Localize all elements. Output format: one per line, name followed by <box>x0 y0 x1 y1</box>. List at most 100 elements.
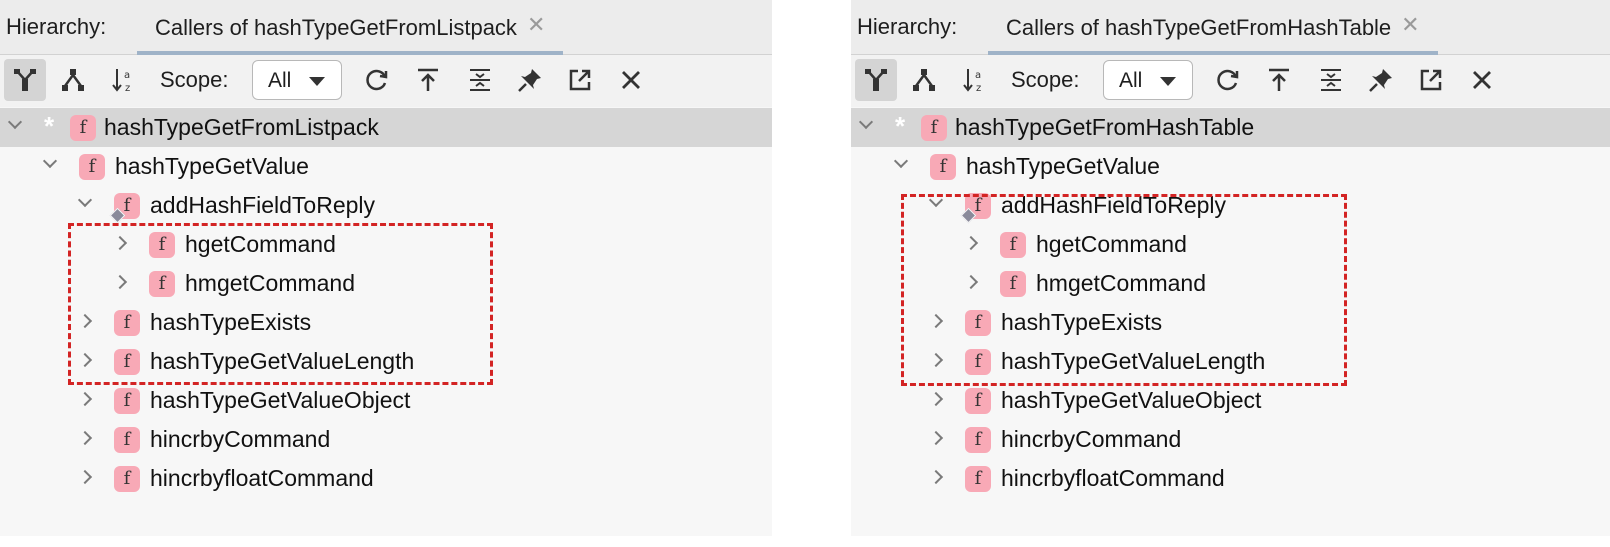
function-icon: f <box>921 115 947 141</box>
svg-text:z: z <box>125 83 130 94</box>
function-icon-letter: f <box>974 468 982 489</box>
tree-node-label: hincrbyfloatCommand <box>1001 465 1225 491</box>
export-icon[interactable] <box>407 59 449 101</box>
function-icon: f <box>109 193 140 224</box>
svg-text:a: a <box>124 70 130 81</box>
tab-callers[interactable]: Callers of hashTypeGetFromListpack ✕ <box>137 0 564 55</box>
chevron-down-icon <box>309 77 325 86</box>
tree-node-label: addHashFieldToReply <box>150 192 376 218</box>
function-icon: f <box>965 388 991 414</box>
chevron-right-icon[interactable] <box>77 430 93 446</box>
function-icon: f <box>114 427 140 453</box>
scope-dropdown[interactable]: All <box>1103 60 1193 100</box>
function-icon-letter: f <box>974 390 982 411</box>
tab-title: Callers of hashTypeGetFromHashTable <box>1006 15 1392 40</box>
chevron-down-icon[interactable] <box>42 153 58 169</box>
caller-hierarchy-icon[interactable] <box>4 59 46 101</box>
caller-hierarchy-icon[interactable] <box>855 59 897 101</box>
function-icon-letter: f <box>123 195 131 216</box>
hierarchy-panel-left: Hierarchy: Callers of hashTypeGetFromLis… <box>0 0 772 536</box>
hierarchy-panel-right: Hierarchy: Callers of hashTypeGetFromHas… <box>851 0 1610 536</box>
tree-root-node[interactable]: * f hashTypeGetFromListpack <box>0 108 772 147</box>
pin-icon[interactable] <box>509 59 551 101</box>
export-icon[interactable] <box>1258 59 1300 101</box>
tree-node[interactable]: f hashTypeGetValueObject <box>0 381 772 420</box>
highlight-box <box>901 194 1347 386</box>
tree-node-label: hashTypeGetFromListpack <box>104 114 379 140</box>
tree-node-label: hincrbyfloatCommand <box>150 465 374 491</box>
close-icon[interactable] <box>610 59 652 101</box>
scope-value: All <box>1119 69 1143 92</box>
tree-node-label: hashTypeGetFromHashTable <box>955 114 1255 140</box>
scope-label: Scope: <box>1011 67 1080 92</box>
hierarchy-label: Hierarchy: <box>6 14 107 39</box>
root-marker-icon: * <box>895 111 906 141</box>
function-icon: f <box>114 388 140 414</box>
tab-bar: Hierarchy: Callers of hashTypeGetFromHas… <box>851 0 1610 55</box>
tree-root-node[interactable]: * f hashTypeGetFromHashTable <box>851 108 1610 147</box>
chevron-right-icon[interactable] <box>77 391 93 407</box>
sort-alphabetically-icon[interactable]: az <box>103 59 145 101</box>
tree-node[interactable]: f hincrbyCommand <box>851 420 1610 459</box>
tab-bar: Hierarchy: Callers of hashTypeGetFromLis… <box>0 0 772 55</box>
function-icon-letter: f <box>123 390 131 411</box>
function-icon: f <box>965 466 991 492</box>
svg-text:a: a <box>975 70 981 81</box>
tree-node[interactable]: f hashTypeGetValue <box>0 147 772 186</box>
tree-node-label: hashTypeGetValue <box>115 153 309 179</box>
function-icon-letter: f <box>123 429 131 450</box>
function-icon-letter: f <box>939 156 947 177</box>
callee-hierarchy-icon[interactable] <box>903 59 945 101</box>
chevron-down-icon[interactable] <box>77 192 93 208</box>
function-icon: f <box>114 466 140 492</box>
root-marker-icon: * <box>44 111 55 141</box>
function-icon: f <box>70 115 96 141</box>
tree-node-label: hincrbyCommand <box>150 426 331 452</box>
scope-dropdown[interactable]: All <box>252 60 342 100</box>
function-icon-letter: f <box>930 117 938 138</box>
chevron-right-icon[interactable] <box>928 391 944 407</box>
tree-node[interactable]: f hashTypeGetValueObject <box>851 381 1610 420</box>
svg-text:z: z <box>976 83 981 94</box>
callee-hierarchy-icon[interactable] <box>52 59 94 101</box>
chevron-right-icon[interactable] <box>928 469 944 485</box>
open-in-new-icon[interactable] <box>1410 59 1452 101</box>
chevron-down-icon <box>1160 77 1176 86</box>
tab-title: Callers of hashTypeGetFromListpack <box>155 15 517 40</box>
function-icon: f <box>965 427 991 453</box>
tree-node-label: hashTypeGetValueObject <box>1001 387 1262 413</box>
tree-node-label: hashTypeGetValueObject <box>150 387 411 413</box>
function-icon-letter: f <box>79 117 87 138</box>
chevron-down-icon[interactable] <box>893 153 909 169</box>
function-icon: f <box>79 154 105 180</box>
toolbar: az Scope: All <box>851 55 1610 107</box>
tree-node[interactable]: f hincrbyfloatCommand <box>0 459 772 498</box>
highlight-box <box>68 223 493 385</box>
scope-value: All <box>268 69 292 92</box>
chevron-right-icon[interactable] <box>928 430 944 446</box>
open-in-new-icon[interactable] <box>559 59 601 101</box>
tab-close-icon[interactable]: ✕ <box>527 12 545 38</box>
tree-node[interactable]: f hashTypeGetValue <box>851 147 1610 186</box>
pin-icon[interactable] <box>1360 59 1402 101</box>
sort-alphabetically-icon[interactable]: az <box>954 59 996 101</box>
tree-node[interactable]: f hincrbyCommand <box>0 420 772 459</box>
hierarchy-label: Hierarchy: <box>857 14 958 39</box>
close-icon[interactable] <box>1461 59 1503 101</box>
tab-close-icon[interactable]: ✕ <box>1401 12 1419 38</box>
refresh-icon[interactable] <box>356 59 398 101</box>
tree-node[interactable]: f addHashFieldToReply <box>0 186 772 225</box>
refresh-icon[interactable] <box>1207 59 1249 101</box>
chevron-down-icon[interactable] <box>7 114 23 130</box>
toolbar: az Scope: All <box>0 55 772 107</box>
chevron-right-icon[interactable] <box>77 469 93 485</box>
expand-all-icon[interactable] <box>1310 59 1352 101</box>
function-icon: f <box>930 154 956 180</box>
tree-node-label: hashTypeGetValue <box>966 153 1160 179</box>
tree-node[interactable]: f hincrbyfloatCommand <box>851 459 1610 498</box>
chevron-down-icon[interactable] <box>858 114 874 130</box>
expand-all-icon[interactable] <box>459 59 501 101</box>
function-icon-letter: f <box>974 429 982 450</box>
scope-label: Scope: <box>160 67 229 92</box>
tab-callers[interactable]: Callers of hashTypeGetFromHashTable ✕ <box>988 0 1438 55</box>
